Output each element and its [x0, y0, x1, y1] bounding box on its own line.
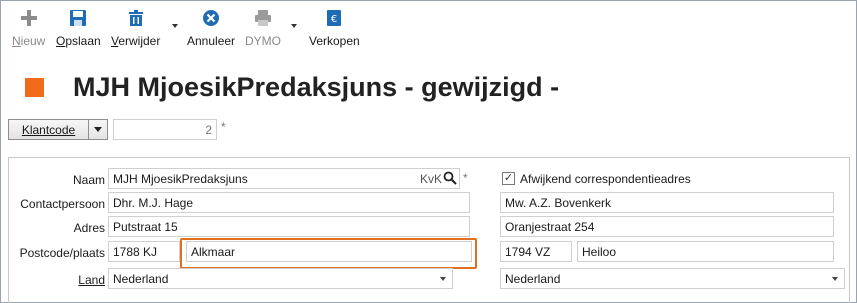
checkmark-icon: ✓ [503, 172, 514, 184]
klantcode-required-mark: * [221, 120, 226, 134]
trash-icon [126, 8, 146, 28]
toolbar: Nieuw Opslaan Verwijder Annuleer DYMO € … [0, 0, 857, 52]
svg-text:€: € [331, 14, 337, 25]
adres-label: Adres [73, 221, 105, 235]
printer-icon [253, 8, 273, 28]
page-title: MJH MjoesikPredaksjuns - gewijzigd - [73, 72, 560, 102]
plus-icon [19, 8, 39, 28]
postcode-plaats-label: Postcode/plaats [19, 246, 105, 260]
search-icon[interactable] [443, 171, 457, 188]
chevron-down-icon [832, 277, 838, 281]
klantcode-button[interactable]: Klantcode [8, 119, 89, 140]
title-accent-square [25, 78, 44, 97]
land-select[interactable]: Nederland [108, 268, 453, 289]
correspondentie-plaats-field[interactable]: Heiloo [577, 241, 834, 262]
correspondentie-naam-field[interactable]: Mw. A.Z. Bovenkerk [500, 192, 834, 213]
chevron-down-icon [94, 127, 102, 132]
correspondentie-adres-field[interactable]: Oranjestraat 254 [500, 216, 834, 237]
contactpersoon-label: Contactpersoon [20, 197, 105, 211]
dymo-button[interactable]: DYMO [245, 8, 281, 50]
postcode-field[interactable]: 1788 KJ [108, 241, 180, 262]
correspondentie-land-select[interactable]: Nederland [500, 268, 845, 289]
sell-button[interactable]: € Verkopen [309, 8, 360, 50]
save-icon [68, 8, 88, 28]
contactpersoon-field[interactable]: Dhr. M.J. Hage [108, 192, 470, 213]
klantcode-input[interactable]: 2 [113, 119, 217, 140]
cancel-icon [201, 8, 221, 28]
dymo-dropdown-arrow[interactable] [291, 24, 297, 28]
adres-field[interactable]: Putstraat 15 [108, 216, 470, 237]
naam-field[interactable]: MJH MjoesikPredaksjuns [108, 168, 460, 189]
kvk-label[interactable]: KvK [420, 172, 442, 186]
land-label: Land [78, 273, 105, 287]
save-button[interactable]: Opslaan [56, 8, 101, 50]
afwijkend-checkbox[interactable]: ✓ [502, 172, 515, 185]
klantcode-dropdown-button[interactable] [89, 119, 108, 140]
naam-label: Naam [72, 173, 105, 187]
chevron-down-icon [440, 277, 446, 281]
naam-required-mark: * [463, 171, 468, 185]
delete-dropdown-arrow[interactable] [172, 24, 178, 28]
afwijkend-label: Afwijkend correspondentieadres [520, 172, 691, 186]
plaats-highlight-box [180, 238, 477, 269]
new-button[interactable]: Nieuw [12, 8, 45, 50]
correspondentie-postcode-field[interactable]: 1794 VZ [500, 241, 572, 262]
euro-document-icon: € [324, 8, 344, 28]
delete-button[interactable]: Verwijder [111, 8, 160, 50]
cancel-button[interactable]: Annuleer [187, 8, 235, 50]
